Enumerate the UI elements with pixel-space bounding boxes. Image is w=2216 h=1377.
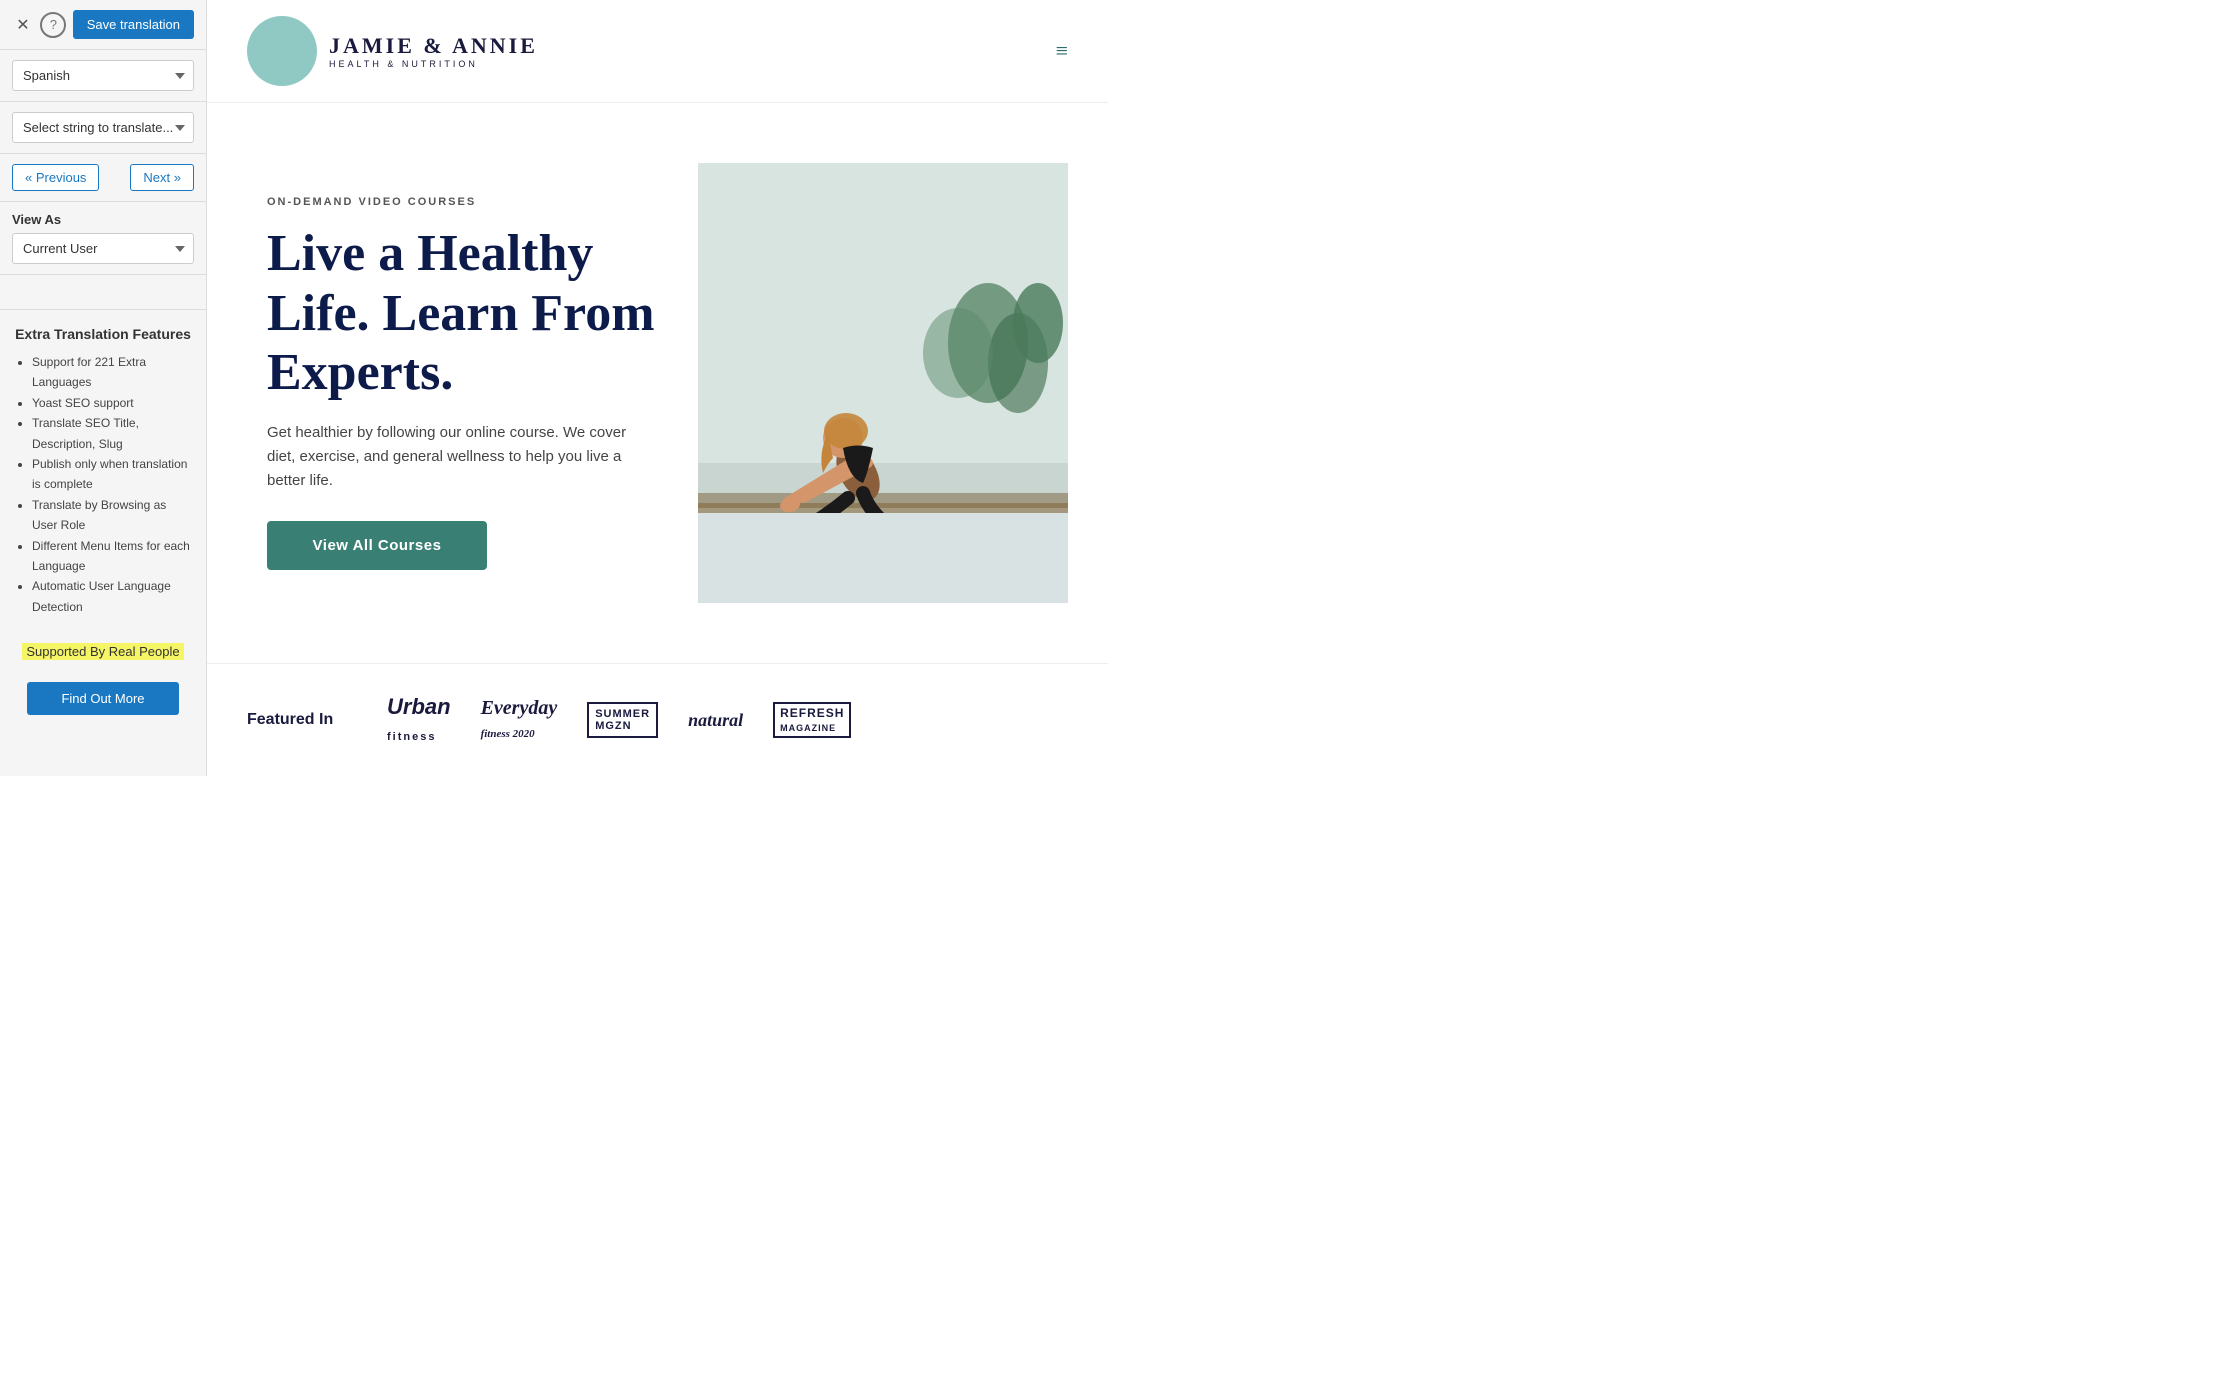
brand-summer: SUMMERMGZN xyxy=(587,702,658,738)
hero-description: Get healthier by following our online co… xyxy=(267,421,647,493)
supported-text: Supported By Real People xyxy=(22,643,183,660)
gray-bg-rect xyxy=(698,513,1068,603)
supported-wrapper: Supported By Real People xyxy=(14,629,192,674)
string-select-section: Select string to translate... xyxy=(0,102,206,154)
site-header: JAMIE & ANNIE HEALTH & NUTRITION ≡ xyxy=(207,0,1108,103)
logo-text-area: JAMIE & ANNIE HEALTH & NUTRITION xyxy=(329,33,538,69)
top-bar: ✕ ? Save translation xyxy=(0,0,206,50)
feature-item: Publish only when translation is complet… xyxy=(32,454,192,495)
language-dropdown[interactable]: Spanish xyxy=(12,60,194,91)
hero-image xyxy=(698,163,1068,603)
brand-urban: Urbanfitness xyxy=(387,694,451,746)
previous-button[interactable]: « Previous xyxy=(12,164,99,191)
next-button[interactable]: Next » xyxy=(130,164,194,191)
hero-text-area: ON-DEMAND VIDEO COURSES Live a Healthy L… xyxy=(267,163,698,603)
language-select-section: Spanish xyxy=(0,50,206,102)
hero-eyebrow: ON-DEMAND VIDEO COURSES xyxy=(267,196,658,208)
feature-item: Different Menu Items for each Language xyxy=(32,536,192,577)
feature-item: Translate SEO Title, Description, Slug xyxy=(32,413,192,454)
hero-image-area xyxy=(698,163,1068,603)
find-out-button[interactable]: Find Out More xyxy=(27,682,178,715)
view-courses-button[interactable]: View All Courses xyxy=(267,521,487,570)
features-list: Support for 221 Extra LanguagesYoast SEO… xyxy=(14,352,192,617)
close-button[interactable]: ✕ xyxy=(12,14,34,36)
feature-item: Support for 221 Extra Languages xyxy=(32,352,192,393)
hero-section: ON-DEMAND VIDEO COURSES Live a Healthy L… xyxy=(207,103,1108,663)
feature-item: Automatic User Language Detection xyxy=(32,576,192,617)
view-as-section: View As Current User xyxy=(0,202,206,275)
extra-features-section: Extra Translation Features Support for 2… xyxy=(0,310,206,731)
logo-main-text: JAMIE & ANNIE xyxy=(329,33,538,59)
brand-logos: Urbanfitness Everydayfitness 2020 SUMMER… xyxy=(387,694,1068,746)
brand-natural: natural xyxy=(688,710,743,731)
hamburger-icon[interactable]: ≡ xyxy=(1056,38,1068,64)
divider xyxy=(0,275,206,310)
nav-buttons-section: « Previous Next » xyxy=(0,154,206,202)
brand-everyday: Everydayfitness 2020 xyxy=(481,697,558,743)
feature-item: Translate by Browsing as User Role xyxy=(32,495,192,536)
save-translation-button[interactable]: Save translation xyxy=(73,10,194,39)
logo-circle xyxy=(247,16,317,86)
left-translation-panel: ✕ ? Save translation Spanish Select stri… xyxy=(0,0,207,776)
hero-heading: Live a Healthy Life. Learn From Experts. xyxy=(267,224,658,403)
feature-item: Yoast SEO support xyxy=(32,393,192,413)
featured-section: Featured In Urbanfitness Everydayfitness… xyxy=(207,663,1108,776)
extra-features-title: Extra Translation Features xyxy=(14,326,192,342)
logo-area: JAMIE & ANNIE HEALTH & NUTRITION xyxy=(247,16,538,86)
string-dropdown[interactable]: Select string to translate... xyxy=(12,112,194,143)
help-button[interactable]: ? xyxy=(40,12,66,38)
view-as-dropdown[interactable]: Current User xyxy=(12,233,194,264)
main-content: JAMIE & ANNIE HEALTH & NUTRITION ≡ ON-DE… xyxy=(207,0,1108,776)
view-as-label: View As xyxy=(12,212,194,227)
featured-label: Featured In xyxy=(247,711,347,729)
brand-refresh: REFRESHMAGAZINE xyxy=(773,702,851,738)
logo-sub-text: HEALTH & NUTRITION xyxy=(329,59,538,69)
